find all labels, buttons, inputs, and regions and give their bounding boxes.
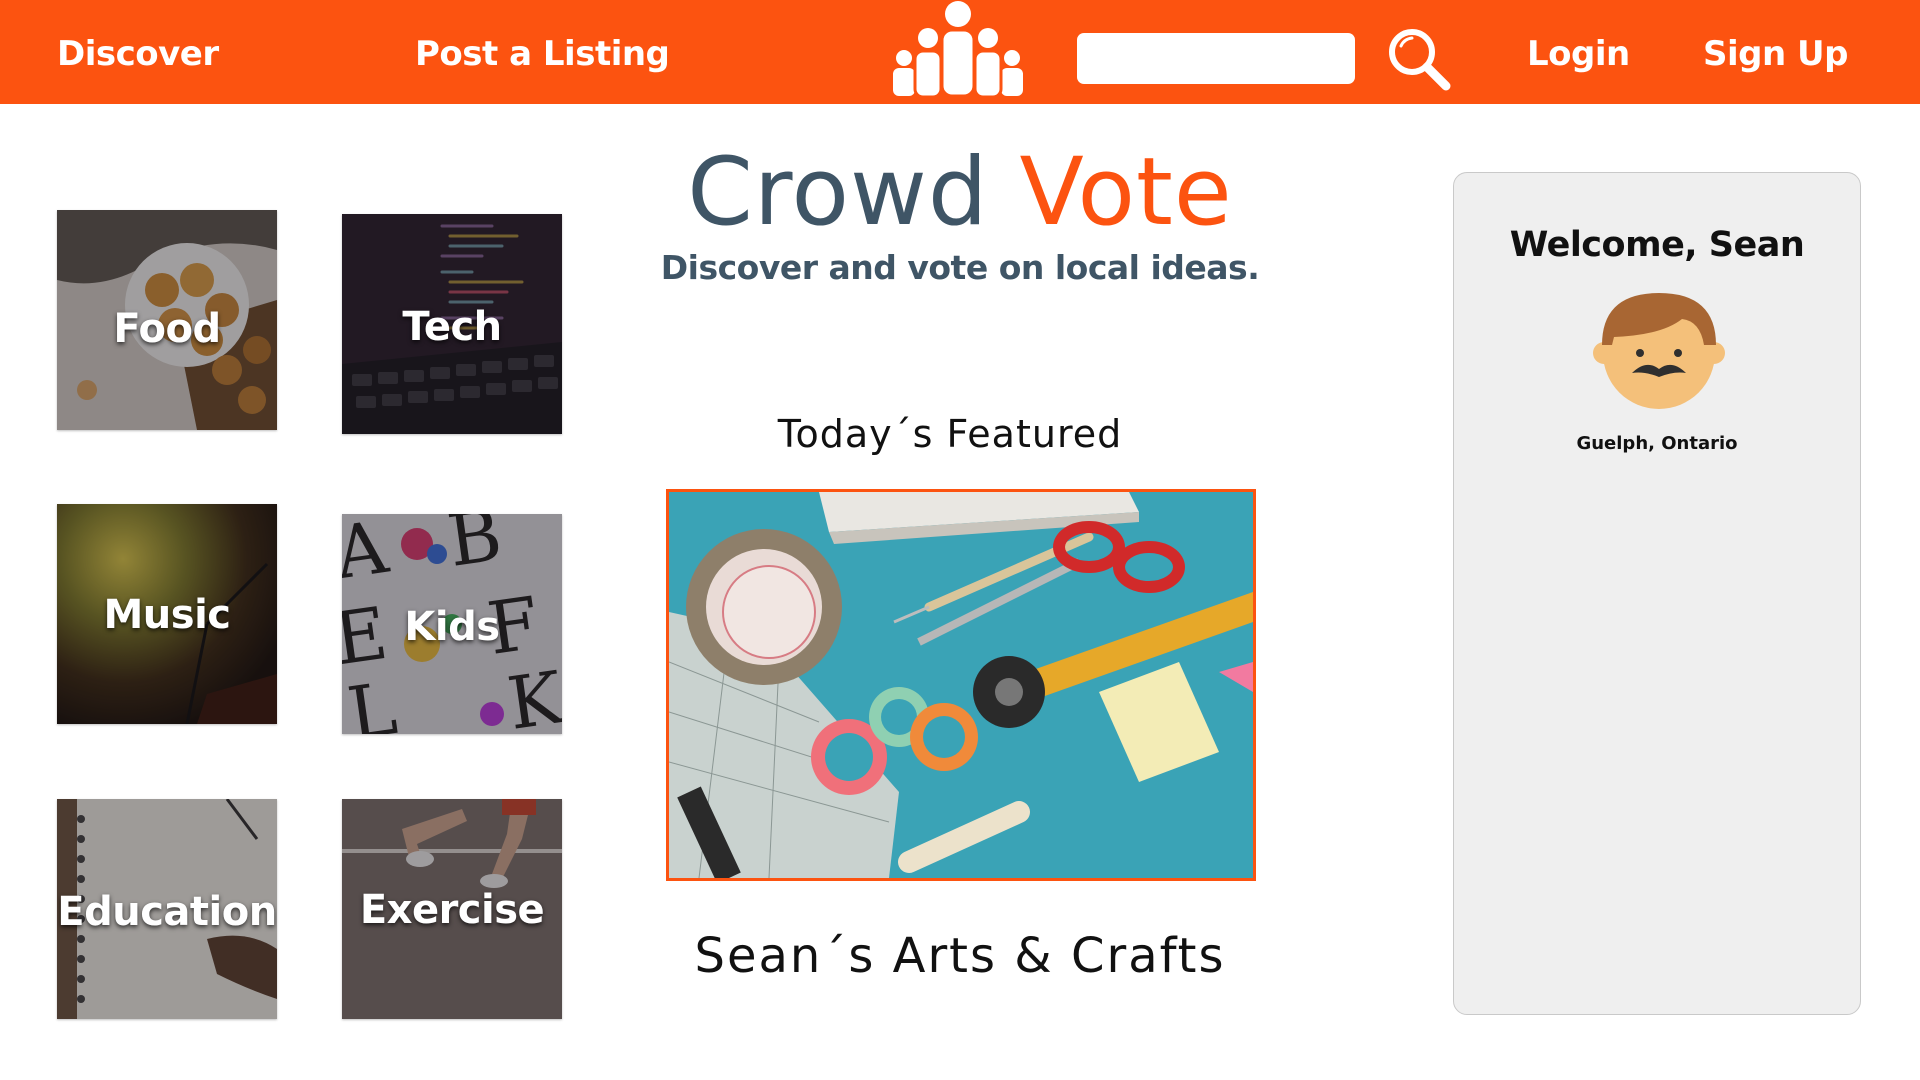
featured-heading: Today´s Featured xyxy=(777,412,1123,456)
featured-listing-image[interactable] xyxy=(666,489,1256,881)
avatar[interactable] xyxy=(1592,287,1726,409)
nav-discover-link[interactable]: Discover xyxy=(57,0,219,108)
category-label: Kids xyxy=(404,604,500,650)
craft-supplies-image xyxy=(669,492,1253,878)
signup-link[interactable]: Sign Up xyxy=(1703,0,1848,108)
search-icon[interactable] xyxy=(1384,24,1456,96)
nav-post-listing-link[interactable]: Post a Listing xyxy=(415,0,670,108)
site-title-crowd: Crowd xyxy=(687,138,989,247)
category-tile-education[interactable]: Education xyxy=(57,799,277,1019)
profile-panel: Welcome, Sean Guelph, Ontario xyxy=(1453,172,1861,1015)
category-tile-tech[interactable]: Tech xyxy=(342,214,562,434)
site-title-vote: Vote xyxy=(1019,138,1233,247)
crowd-logo-icon[interactable] xyxy=(888,0,1028,104)
category-label: Exercise xyxy=(359,887,545,933)
category-label: Tech xyxy=(402,304,502,350)
user-location: Guelph, Ontario xyxy=(1576,433,1738,454)
login-link[interactable]: Login xyxy=(1527,0,1630,108)
top-nav-bar: Discover Post a Listing Login Sign Up xyxy=(0,0,1920,104)
featured-listing-title[interactable]: Sean´s Arts & Crafts xyxy=(640,928,1280,984)
category-tile-music[interactable]: Music xyxy=(57,504,277,724)
category-tile-exercise[interactable]: Exercise xyxy=(342,799,562,1019)
category-label: Education xyxy=(57,889,277,935)
category-tile-kids[interactable]: A B E F L K Kids xyxy=(342,514,562,734)
category-tile-food[interactable]: Food xyxy=(57,210,277,430)
site-title: Crowd Vote xyxy=(640,138,1280,248)
search-input[interactable] xyxy=(1077,33,1355,84)
welcome-message: Welcome, Sean xyxy=(1509,225,1805,265)
category-label: Music xyxy=(103,592,231,638)
site-tagline: Discover and vote on local ideas. xyxy=(660,248,1260,287)
category-label: Food xyxy=(113,306,221,352)
